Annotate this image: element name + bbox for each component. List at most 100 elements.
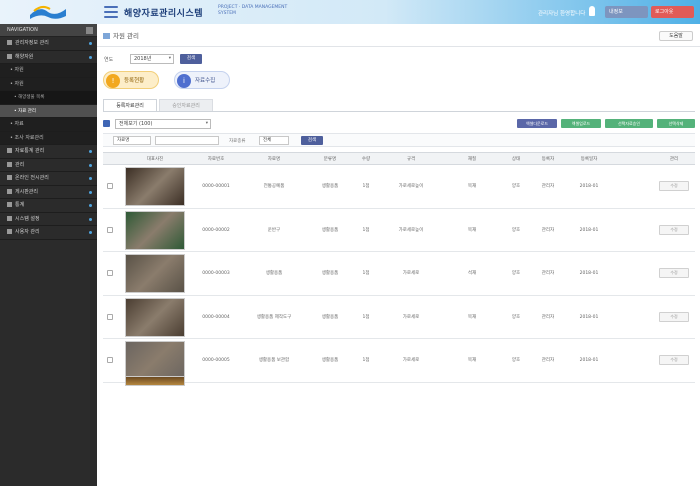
- type-select[interactable]: 전체: [259, 136, 289, 145]
- sidebar-item[interactable]: 시스템 설정: [0, 213, 97, 226]
- row-checkbox[interactable]: [107, 313, 113, 320]
- sidebar-item[interactable]: 통계: [0, 199, 97, 213]
- row-thumbnail[interactable]: [125, 341, 185, 380]
- menu-icon: [7, 40, 12, 45]
- sidebar-item[interactable]: • 자원: [0, 77, 97, 91]
- help-button[interactable]: 도움말: [659, 31, 693, 41]
- sidebar-item[interactable]: 게시판관리: [0, 186, 97, 199]
- menu-icon: [7, 148, 12, 153]
- edit-button[interactable]: 수정: [659, 311, 689, 322]
- table-cell: 2018-01: [579, 314, 599, 320]
- table-cell: 가로세로높이: [398, 227, 424, 233]
- table-row: 0000-00002 운반구 생활용품 1점 가로세로높이 목재 양호 관리자 2018-01 수…: [103, 208, 695, 252]
- table-cell: 석재: [467, 271, 477, 276]
- menu-icon: [7, 229, 12, 234]
- sidebar-item-label: 사용자 관리: [15, 229, 40, 235]
- sidebar-item[interactable]: • 해양생물 목록: [0, 91, 97, 105]
- row-thumbnail[interactable]: [125, 167, 185, 206]
- delete-selected-button[interactable]: 선택삭제: [657, 119, 695, 128]
- chevron-down-icon: ▾: [168, 56, 171, 61]
- list-toolbar: 전체보기 (100) ▾ 엑셀다운로드 엑셀업로드 선택자료승인 선택삭제: [103, 119, 695, 129]
- expand-dot-icon: [89, 163, 92, 167]
- table-cell: 생활용품 제작도구: [256, 314, 292, 320]
- edit-button[interactable]: 수정: [659, 181, 689, 191]
- home-icon: [103, 33, 110, 39]
- mypage-button[interactable]: 내정보: [605, 6, 648, 18]
- table-cell: 생활용품: [321, 271, 339, 276]
- table-cell: 0000-00003: [202, 271, 230, 276]
- row-checkbox[interactable]: [107, 183, 113, 189]
- table-cell: 양호: [511, 358, 521, 363]
- sidebar-item-label: 해양자원: [15, 53, 34, 60]
- select-all-checkbox[interactable]: [103, 120, 110, 127]
- edit-button[interactable]: 수정: [659, 268, 689, 278]
- sidebar-item[interactable]: • 조사 자료관리: [0, 131, 97, 145]
- status-pill-registered[interactable]: ! 등록현황: [103, 71, 159, 89]
- table-cell: 목재: [467, 314, 477, 320]
- status-pill-collected[interactable]: i 자료수집: [174, 71, 230, 89]
- table-cell: 관리자: [541, 271, 555, 276]
- year-select[interactable]: 2018년 ▾: [130, 54, 174, 64]
- sidebar-item[interactable]: 관리: [0, 159, 97, 172]
- collapse-icon[interactable]: [86, 27, 93, 34]
- row-thumbnail[interactable]: [125, 210, 185, 250]
- search-input[interactable]: [155, 136, 219, 145]
- table-cell: 양호: [511, 271, 521, 276]
- row-checkbox[interactable]: [107, 270, 113, 276]
- approve-selected-button[interactable]: 선택자료승인: [605, 119, 653, 128]
- row-checkbox[interactable]: [107, 226, 113, 233]
- year-search-button[interactable]: 검색: [180, 54, 202, 64]
- sidebar-item-label: • 조사 자료관리: [10, 134, 44, 141]
- menu-icon: [7, 188, 12, 194]
- table-cell: 가로세로: [402, 358, 420, 363]
- table-cell: 생활용품: [265, 271, 283, 276]
- sidebar-item[interactable]: 관리자정보 관리: [0, 37, 97, 51]
- edit-button[interactable]: 수정: [659, 355, 689, 365]
- excel-download-button[interactable]: 엑셀다운로드: [517, 119, 557, 128]
- list-filter-value: 전체보기 (100): [119, 121, 153, 127]
- year-value: 2018년: [134, 56, 152, 62]
- excel-upload-button[interactable]: 엑셀업로드: [561, 119, 601, 128]
- sidebar-item[interactable]: 온라인 전시관리: [0, 172, 97, 186]
- sidebar-item-label: 자료통계 관리: [15, 148, 45, 154]
- sidebar-item[interactable]: • 자원: [0, 64, 97, 78]
- data-table: 대표사진 자료번호 자료명 분류명 수량 규격 재질 상태 등록자 등록일자 관리 0000-000…: [103, 152, 695, 383]
- logout-button[interactable]: 로그아웃: [651, 6, 694, 18]
- expand-dot-icon: [89, 177, 92, 180]
- row-thumbnail[interactable]: [125, 376, 185, 386]
- pill-label: 등록현황: [124, 78, 145, 84]
- table-cell: 가로세로높이: [398, 184, 424, 189]
- notification-icon[interactable]: [589, 6, 595, 16]
- expand-dot-icon: [89, 231, 92, 234]
- sidebar-item[interactable]: • 자료: [0, 118, 97, 132]
- sidebar-header-label: NAVIGATION: [7, 27, 38, 33]
- table-cell: 1점: [362, 227, 370, 233]
- pill-label: 자료수집: [195, 78, 216, 84]
- menu-toggle-icon[interactable]: [104, 6, 118, 18]
- search-button[interactable]: 검색: [301, 136, 323, 145]
- chevron-down-icon: ▾: [205, 121, 208, 126]
- sidebar-item-label: 관리자정보 관리: [15, 40, 49, 46]
- row-thumbnail[interactable]: [125, 297, 185, 337]
- type-label: 자료종류: [229, 139, 246, 144]
- list-filter-select[interactable]: 전체보기 (100) ▾: [115, 119, 211, 129]
- sidebar-item[interactable]: 사용자 관리: [0, 226, 97, 240]
- sidebar-item[interactable]: 해양자원: [0, 51, 97, 64]
- table-cell: 가로세로: [402, 271, 420, 276]
- table-cell: 생활용품: [321, 184, 339, 189]
- sidebar-item-label: • 자원: [10, 80, 24, 87]
- user-greeting: 관리자님 환영합니다: [538, 11, 586, 17]
- table-cell: 관리자: [541, 314, 555, 320]
- row-checkbox[interactable]: [107, 357, 113, 363]
- sidebar-item-label: 통계: [15, 202, 25, 208]
- sidebar-item[interactable]: • 자료 관리: [0, 104, 97, 118]
- expand-dot-icon: [89, 204, 92, 207]
- table-cell: 관리자: [541, 184, 555, 189]
- info-icon: i: [177, 74, 191, 88]
- page-title-text: 자원 관리: [113, 32, 139, 40]
- row-thumbnail[interactable]: [125, 254, 185, 293]
- search-field-select[interactable]: 자료명: [113, 136, 151, 145]
- edit-button[interactable]: 수정: [659, 224, 689, 235]
- table-cell: 목재: [467, 184, 477, 189]
- sidebar-item[interactable]: 자료통계 관리: [0, 145, 97, 159]
